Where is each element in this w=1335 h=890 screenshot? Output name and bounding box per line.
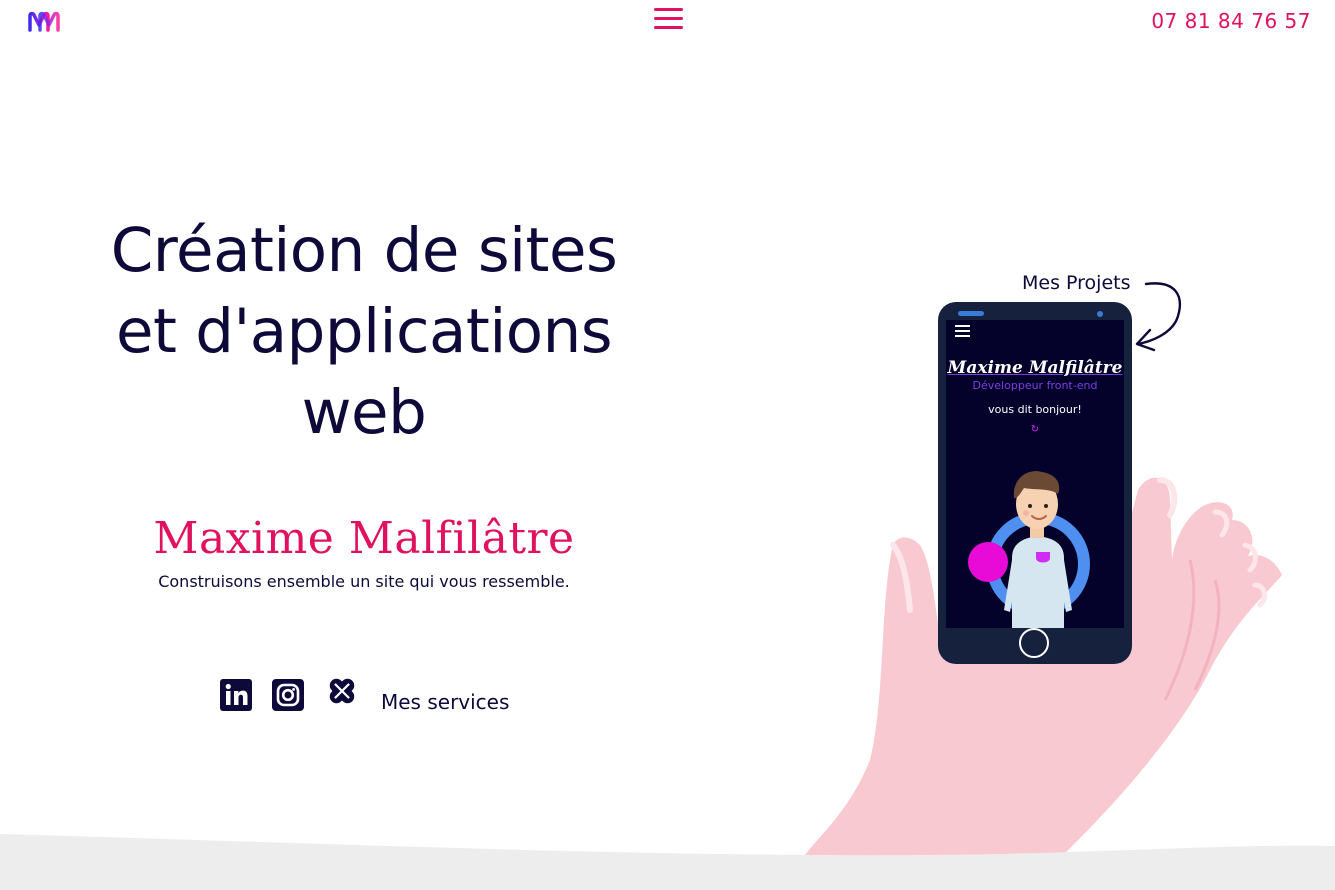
footer-wave <box>0 834 1335 890</box>
avatar-illustration <box>968 471 1090 628</box>
phone-camera <box>1097 311 1103 317</box>
projects-link[interactable]: Mes Projets <box>1022 272 1130 294</box>
page: 07 81 84 76 57 Création de sites et d'ap… <box>0 0 1335 890</box>
hero-title: Création de sites et d'applications web <box>74 210 654 453</box>
tagline: Construisons ensemble un site qui vous r… <box>158 572 570 591</box>
services-link[interactable]: Mes services <box>381 690 509 714</box>
screen-name: Maxime Malfilâtre <box>947 358 1123 378</box>
hero-title-line-2: et d'applications <box>115 296 613 367</box>
linkedin-icon[interactable] <box>219 678 253 712</box>
phone-speaker <box>958 311 984 316</box>
screen-menu-icon <box>955 325 970 337</box>
instagram-icon[interactable] <box>271 678 305 712</box>
author-name: Maxime Malfilâtre <box>153 513 575 564</box>
menu-hamburger-icon[interactable] <box>654 6 684 32</box>
phone-number-link[interactable]: 07 81 84 76 57 <box>1151 9 1311 33</box>
malt-icon[interactable] <box>323 672 361 710</box>
refresh-icon: ↻ <box>1030 424 1040 435</box>
screen-greeting: vous dit bonjour! <box>988 403 1082 416</box>
hero-title-line-1: Création de sites <box>110 215 618 286</box>
screen-role: Développeur front-end <box>972 379 1098 392</box>
social-links: Mes services <box>219 674 509 716</box>
phone-screen: Maxime Malfilâtre Développeur front-end … <box>946 320 1124 628</box>
curved-arrow-icon <box>1135 282 1182 352</box>
phone-home-button[interactable] <box>1019 628 1049 658</box>
logo-icon[interactable] <box>26 10 62 34</box>
hero-title-line-3: web <box>301 377 427 448</box>
